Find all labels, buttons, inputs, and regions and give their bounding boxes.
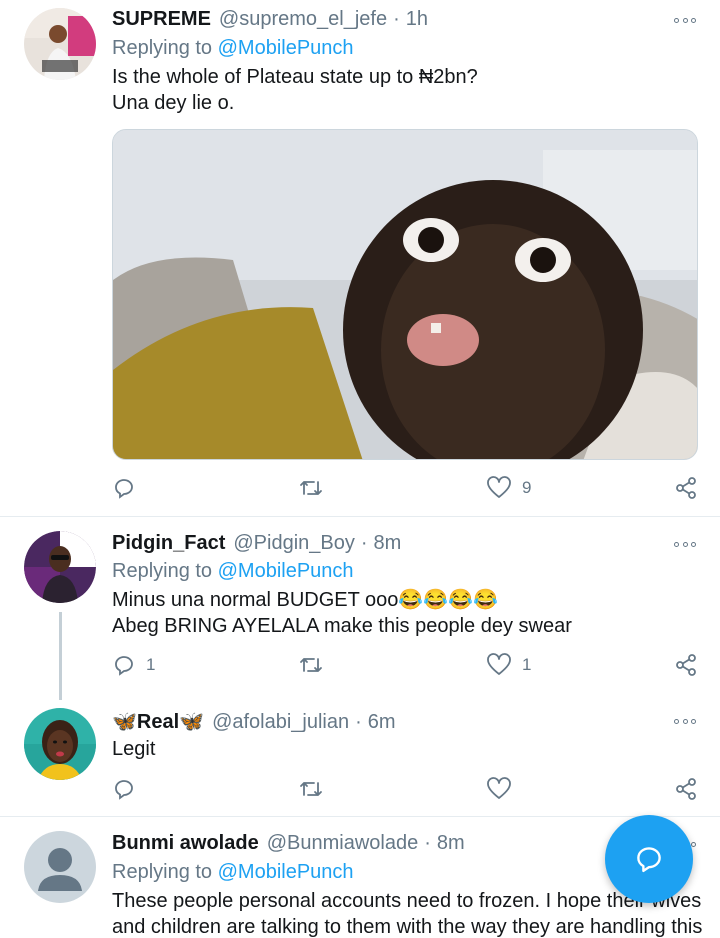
avatar[interactable] bbox=[24, 831, 96, 903]
user-handle[interactable]: @supremo_el_jefe bbox=[219, 8, 387, 31]
replying-to: Replying to @MobilePunch bbox=[112, 861, 354, 884]
tweet-text: Is the whole of Plateau state up to ₦2bn… bbox=[112, 64, 696, 116]
user-handle[interactable]: @afolabi_julian bbox=[212, 711, 349, 734]
user-handle[interactable]: @Bunmiawolade bbox=[267, 832, 419, 855]
tweet-text-line: Una dey lie o. bbox=[112, 92, 235, 114]
display-name[interactable]: Bunmi awolade bbox=[112, 832, 259, 855]
heart-icon bbox=[487, 777, 511, 799]
more-options-icon[interactable] bbox=[674, 540, 696, 548]
avatar[interactable] bbox=[24, 708, 96, 780]
reply-icon bbox=[115, 479, 133, 499]
like-count: 9 bbox=[522, 478, 532, 497]
timestamp[interactable]: 1h bbox=[406, 8, 428, 31]
tweet-text-line: Abeg BRING AYELALA make this people dey … bbox=[112, 615, 572, 637]
tweet-text-line: Is the whole of Plateau state up to ₦2bn… bbox=[112, 66, 478, 88]
user-handle[interactable]: @Pidgin_Boy bbox=[233, 532, 354, 555]
replying-to-label: Replying to bbox=[112, 861, 213, 883]
like-button[interactable]: 1 bbox=[486, 651, 531, 679]
reply-icon bbox=[115, 656, 133, 676]
tweet-supreme[interactable]: SUPREME @supremo_el_jefe · 1h Replying t… bbox=[0, 0, 720, 516]
tweet-actions bbox=[112, 775, 700, 803]
display-name[interactable]: SUPREME bbox=[112, 8, 211, 31]
mention-link[interactable]: @MobilePunch bbox=[218, 560, 354, 582]
reply-count: 1 bbox=[146, 655, 156, 674]
separator-dot: · bbox=[360, 532, 368, 554]
retweet-icon bbox=[300, 481, 322, 495]
separator-dot: · bbox=[393, 8, 400, 30]
display-name[interactable]: Pidgin_Fact bbox=[112, 532, 225, 555]
avatar[interactable] bbox=[24, 531, 96, 603]
heart-icon bbox=[487, 653, 511, 675]
butterfly-emoji: 🦋 bbox=[112, 711, 137, 733]
more-options-icon[interactable] bbox=[674, 717, 696, 725]
thread-connector-line bbox=[59, 612, 62, 700]
avatar[interactable] bbox=[24, 8, 96, 80]
retweet-button[interactable] bbox=[298, 474, 334, 502]
tweet-text-line: Legit bbox=[112, 738, 156, 760]
like-button[interactable] bbox=[486, 775, 522, 803]
tweet-text: Minus una normal BUDGET ooo😂😂😂😂 Abeg BRI… bbox=[112, 587, 696, 639]
compose-reply-icon bbox=[637, 847, 661, 873]
retweet-button[interactable] bbox=[298, 651, 334, 679]
tweet-pidgin-fact[interactable]: Pidgin_Fact @Pidgin_Boy · 8m Replying to… bbox=[0, 517, 720, 701]
display-name-text: Real bbox=[136, 711, 180, 733]
separator-dot: · bbox=[424, 832, 431, 854]
retweet-button[interactable] bbox=[298, 775, 334, 803]
tweet-text-line: These people personal accounts need to f… bbox=[112, 890, 702, 912]
like-count: 1 bbox=[522, 655, 532, 674]
retweet-icon bbox=[300, 782, 322, 796]
share-icon bbox=[676, 654, 696, 676]
compose-reply-button[interactable] bbox=[605, 815, 693, 903]
tweet-actions: 1 1 bbox=[112, 651, 700, 679]
reply-icon bbox=[115, 780, 133, 800]
reply-button[interactable]: 1 bbox=[112, 651, 155, 679]
tweet-actions: 9 bbox=[112, 474, 700, 502]
share-icon bbox=[676, 477, 696, 499]
replying-to: Replying to @MobilePunch bbox=[112, 560, 354, 583]
replying-to-label: Replying to bbox=[112, 37, 213, 59]
replying-to: Replying to @MobilePunch bbox=[112, 37, 354, 60]
tweet-real[interactable]: 🦋Real🦋 @afolabi_julian · 6m Legit bbox=[0, 701, 720, 816]
replying-to-label: Replying to bbox=[112, 560, 213, 582]
timestamp[interactable]: 6m bbox=[368, 711, 396, 734]
retweet-icon bbox=[300, 658, 322, 672]
mention-link[interactable]: @MobilePunch bbox=[218, 861, 354, 883]
tweet-text: Legit bbox=[112, 736, 696, 762]
timestamp[interactable]: 8m bbox=[374, 532, 402, 555]
tweet-media-image[interactable] bbox=[112, 129, 698, 460]
tweet-text-line: Minus una normal BUDGET ooo😂😂😂😂 bbox=[112, 589, 499, 611]
timestamp[interactable]: 8m bbox=[437, 832, 465, 855]
tweet-text-line: and children are talking to them with th… bbox=[112, 916, 703, 938]
share-button[interactable] bbox=[674, 775, 698, 803]
reply-button[interactable] bbox=[112, 775, 146, 803]
heart-icon bbox=[487, 476, 511, 498]
more-options-icon[interactable] bbox=[674, 16, 696, 24]
tweet-text: These people personal accounts need to f… bbox=[112, 888, 703, 938]
reply-button[interactable] bbox=[112, 474, 146, 502]
share-button[interactable] bbox=[674, 651, 698, 679]
like-button[interactable]: 9 bbox=[486, 474, 531, 502]
butterfly-emoji: 🦋 bbox=[179, 711, 205, 733]
share-button[interactable] bbox=[674, 474, 698, 502]
share-icon bbox=[676, 778, 696, 800]
mention-link[interactable]: @MobilePunch bbox=[218, 37, 354, 59]
display-name[interactable]: 🦋Real🦋 bbox=[112, 709, 204, 734]
separator-dot: · bbox=[355, 711, 362, 733]
